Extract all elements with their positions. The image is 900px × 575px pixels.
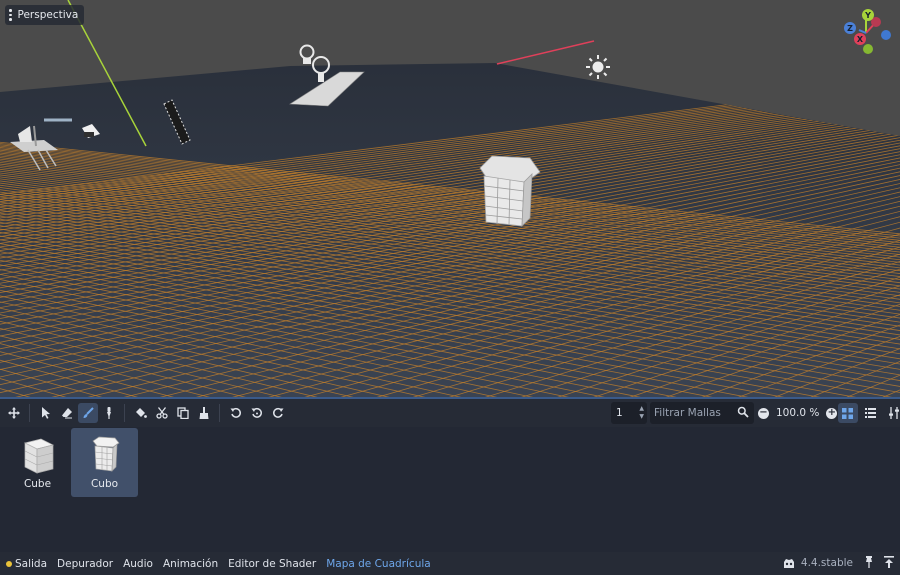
perspective-menu-button[interactable]: Perspectiva <box>5 5 85 25</box>
paint-button[interactable] <box>77 403 98 423</box>
duplicate-icon <box>176 407 189 419</box>
mesh-item-cubo[interactable]: Cubo <box>71 428 138 497</box>
grid-view-icon <box>842 407 853 419</box>
rotate-x-button[interactable] <box>226 403 246 423</box>
version-info: 4.4.stable <box>783 557 853 569</box>
rotate-y-icon <box>251 407 262 418</box>
tab-label: Animación <box>162 557 219 570</box>
transform-icon <box>7 407 20 419</box>
version-label: 4.4.stable <box>800 557 853 569</box>
directional-light-icon <box>586 55 610 79</box>
3d-viewport[interactable]: Z Y X Perspectiva <box>0 0 900 397</box>
gizmo-y-label: Y <box>864 11 871 20</box>
clear-button[interactable] <box>194 403 214 423</box>
tab-animation[interactable]: Animación <box>158 558 223 570</box>
tab-label: Salida <box>15 557 48 570</box>
pin-icon[interactable] <box>864 556 874 568</box>
clear-icon <box>199 407 208 419</box>
mesh-item-label: Cubo <box>90 478 119 490</box>
tab-label: Mapa de Cuadrícula <box>326 557 431 570</box>
select-icon <box>41 407 50 419</box>
expand-panel-icon[interactable] <box>884 556 894 568</box>
status-dot-icon <box>6 560 12 567</box>
select-button[interactable] <box>36 403 56 423</box>
stacked-cube-thumbnail-icon <box>23 438 54 474</box>
pick-button[interactable] <box>99 403 119 423</box>
spin-arrows-icon[interactable]: ▲ ▼ <box>639 405 644 421</box>
floor-value: 1 <box>616 407 623 419</box>
fill-icon <box>135 408 147 418</box>
view-mode-buttons <box>837 403 900 423</box>
erase-button[interactable] <box>57 403 77 423</box>
mesh-library: Cube Cubo <box>0 427 900 552</box>
rotate-z-button[interactable] <box>268 403 288 423</box>
scene-canvas[interactable]: Z Y X <box>0 0 900 397</box>
kebab-menu-icon <box>9 9 12 21</box>
rotate-y-button[interactable] <box>247 403 267 423</box>
zoom-controls: − 100.0 % + <box>758 403 838 423</box>
floor-spinbox[interactable]: 1 ▲ ▼ <box>611 402 647 424</box>
tab-gridmap[interactable]: Mapa de Cuadrícula <box>321 558 436 570</box>
mesh-item-label: Cube <box>23 478 52 490</box>
thumbnail-view-button[interactable] <box>837 403 858 423</box>
zoom-in-icon[interactable]: + <box>826 407 838 419</box>
duplicate-button[interactable] <box>173 403 193 423</box>
rotate-z-icon <box>272 407 283 418</box>
settings-button[interactable] <box>884 403 900 423</box>
cut-button[interactable] <box>152 403 172 423</box>
tab-label: Editor de Shader <box>228 557 317 570</box>
search-icon <box>737 406 749 418</box>
gizmo-z-label: Z <box>847 24 853 33</box>
mesh-item-cube[interactable]: Cube <box>4 428 71 497</box>
bottom-panel-tabs: Salida Depurador Audio Animación Editor … <box>0 552 900 575</box>
transform-button[interactable] <box>4 403 24 423</box>
tab-label: Depurador <box>57 557 114 570</box>
sliders-icon <box>888 407 899 419</box>
zoom-out-icon[interactable]: − <box>758 407 769 419</box>
tab-label: Audio <box>123 557 153 570</box>
panel-pin-buttons <box>864 556 894 568</box>
zoom-value[interactable]: 100.0 % <box>773 407 822 419</box>
tab-debugger[interactable]: Depurador <box>52 558 118 570</box>
cut-icon <box>155 407 168 419</box>
perspective-label: Perspectiva <box>17 9 79 21</box>
filter-meshes-input[interactable]: Filtrar Mallas <box>650 402 754 424</box>
godot-logo-icon <box>783 558 794 568</box>
list-view-icon <box>865 408 876 418</box>
list-view-button[interactable] <box>861 403 881 423</box>
pick-icon <box>106 407 111 419</box>
filter-placeholder: Filtrar Mallas <box>654 407 721 419</box>
tab-shader-editor[interactable]: Editor de Shader <box>223 558 321 570</box>
rotate-x-icon <box>230 407 241 418</box>
fill-button[interactable] <box>131 403 151 423</box>
tab-output[interactable]: Salida <box>1 558 52 570</box>
gridmap-toolbar: 1 ▲ ▼ Filtrar Mallas − 100.0 % + <box>0 397 900 427</box>
gizmo-x-label: X <box>857 35 864 44</box>
erase-icon <box>61 408 72 419</box>
tab-audio[interactable]: Audio <box>118 558 158 570</box>
paint-icon <box>83 407 94 418</box>
column-thumbnail-icon <box>91 436 120 472</box>
